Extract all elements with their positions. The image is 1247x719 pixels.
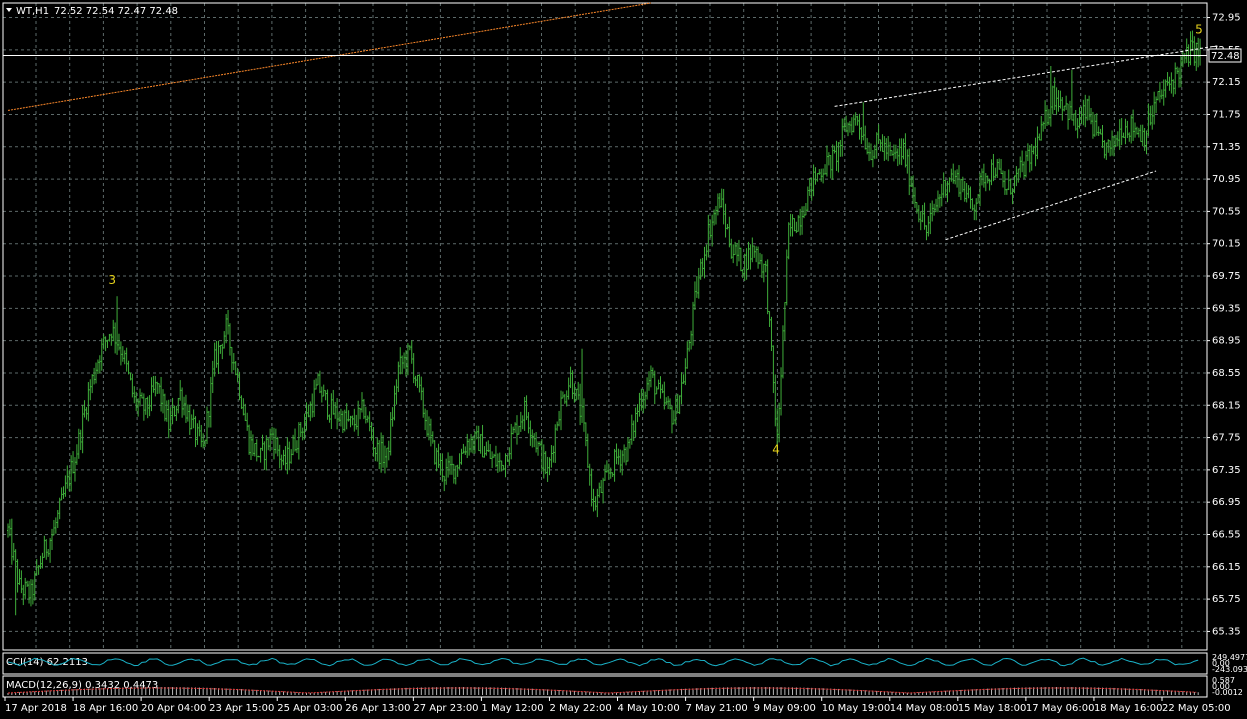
current-price-tag: 72.48 <box>1208 48 1242 63</box>
wave-label: 3 <box>108 273 116 287</box>
x-tick-label: 4 May 10:00 <box>618 703 680 714</box>
x-tick-label: 15 May 18:00 <box>958 703 1027 714</box>
symbol-label: WT,H1 <box>16 6 49 17</box>
ohlc-readout: 72.52 72.54 72.47 72.48 <box>54 6 178 17</box>
chart-canvas[interactable]: 72.9572.5572.1571.7571.3570.9570.5570.15… <box>0 0 1247 719</box>
y-tick-label: 70.55 <box>1212 206 1241 217</box>
wave-label: 4 <box>772 443 780 457</box>
x-tick-label: 14 May 08:00 <box>890 703 959 714</box>
x-tick-label: 18 May 16:00 <box>1094 703 1163 714</box>
y-tick-label: 71.75 <box>1212 109 1241 120</box>
x-tick-label: 27 Apr 23:00 <box>413 703 478 714</box>
y-tick-label: 69.75 <box>1212 271 1241 282</box>
wave-label: 5 <box>1195 23 1203 37</box>
x-tick-label: 7 May 21:00 <box>686 703 748 714</box>
x-tick-label: 25 Apr 03:00 <box>277 703 342 714</box>
indicator-scale-label: -243.093 <box>1212 665 1247 674</box>
y-tick-label: 71.35 <box>1212 142 1241 153</box>
y-tick-label: 70.15 <box>1212 239 1241 250</box>
y-tick-label: 69.35 <box>1212 303 1241 314</box>
x-tick-label: 2 May 22:00 <box>549 703 611 714</box>
x-tick-label: 26 Apr 13:00 <box>345 703 410 714</box>
y-tick-label: 68.55 <box>1212 368 1241 379</box>
macd-subwindow: MACD(12,26,9) 0.3432 0.4473 0.5870.00-0.0… <box>2 675 1243 698</box>
y-tick-label: 65.35 <box>1212 626 1241 637</box>
y-tick-label: 68.95 <box>1212 336 1241 347</box>
indicator-label: CCI(14) 62.2113 <box>6 657 88 668</box>
y-tick-label: 72.15 <box>1212 77 1241 88</box>
y-tick-label: 70.95 <box>1212 174 1241 185</box>
indicator-label: MACD(12,26,9) 0.3432 0.4473 <box>6 680 158 691</box>
y-tick-label: 72.95 <box>1212 13 1241 24</box>
x-tick-label: 17 May 06:00 <box>1026 703 1095 714</box>
x-tick-label: 20 Apr 04:00 <box>141 703 206 714</box>
y-tick-label: 67.75 <box>1212 433 1241 444</box>
y-tick-label: 67.35 <box>1212 465 1241 476</box>
y-tick-label: 66.95 <box>1212 497 1241 508</box>
y-tick-label: 66.55 <box>1212 529 1241 540</box>
price-tag-text: 72.48 <box>1211 51 1240 62</box>
x-tick-label: 17 Apr 2018 <box>5 703 67 714</box>
x-tick-label: 23 Apr 15:00 <box>209 703 274 714</box>
x-tick-label: 22 May 05:00 <box>1162 703 1231 714</box>
x-tick-label: 10 May 19:00 <box>822 703 891 714</box>
y-tick-label: 68.15 <box>1212 400 1241 411</box>
x-tick-label: 18 Apr 16:00 <box>73 703 138 714</box>
y-tick-label: 65.75 <box>1212 594 1241 605</box>
x-tick-label: 1 May 12:00 <box>481 703 543 714</box>
y-tick-label: 66.15 <box>1212 562 1241 573</box>
indicator-scale-label: -0.0012 <box>1212 688 1243 697</box>
x-tick-label: 9 May 09:00 <box>754 703 816 714</box>
cci-subwindow: CCI(14) 62.2113 249.49770.00-243.093 <box>2 652 1247 675</box>
chart-header: WT,H1 72.52 72.54 72.47 72.48 <box>6 6 178 17</box>
